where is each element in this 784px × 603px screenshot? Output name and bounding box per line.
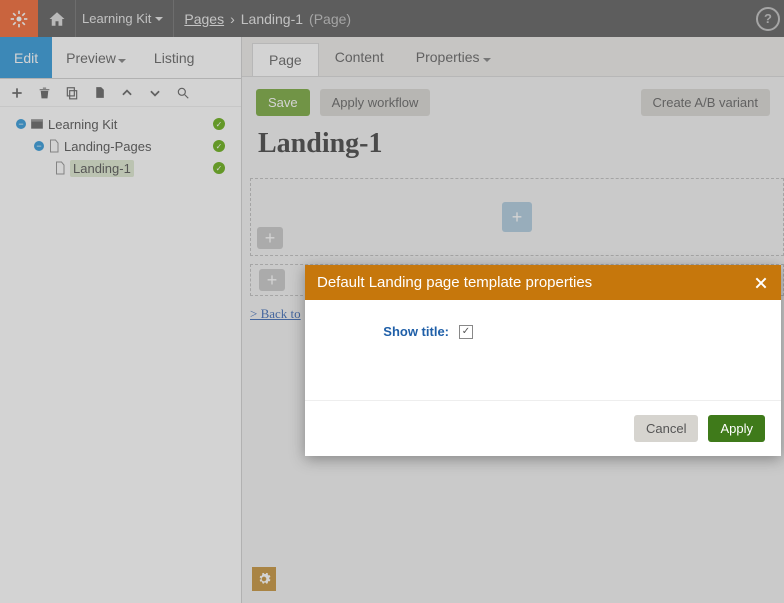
field-show-title: Show title: ✓ [329, 324, 757, 339]
close-icon [753, 275, 769, 291]
apply-button[interactable]: Apply [708, 415, 765, 442]
modal-close-button[interactable] [753, 275, 769, 291]
properties-modal: Default Landing page template properties… [305, 265, 781, 456]
modal-footer: Cancel Apply [305, 400, 781, 456]
modal-title: Default Landing page template properties [317, 274, 592, 291]
cancel-button[interactable]: Cancel [634, 415, 698, 442]
modal-body: Show title: ✓ [305, 300, 781, 400]
modal-header: Default Landing page template properties [305, 265, 781, 300]
show-title-checkbox[interactable]: ✓ [459, 325, 473, 339]
field-label-show-title: Show title: [329, 324, 449, 339]
